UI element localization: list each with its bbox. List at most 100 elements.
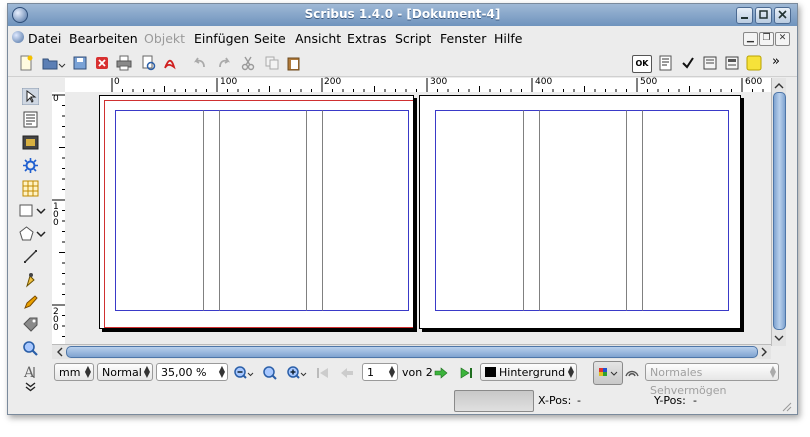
horizontal-scroll-thumb[interactable]	[66, 346, 758, 358]
shape-tool-icon[interactable]	[18, 202, 35, 219]
zoom-value: 35,00 %	[161, 366, 207, 379]
title-bar[interactable]: Scribus 1.4.0 - [Dokument-4]	[8, 4, 797, 26]
polygon-dropdown-icon[interactable]	[36, 227, 46, 244]
redo-icon[interactable]	[216, 55, 232, 71]
page-spin-icon: ▲ ▼	[388, 364, 395, 379]
list-box-icon[interactable]	[724, 55, 740, 71]
mdi-minimize-button[interactable]: ▁	[743, 32, 758, 46]
vision-eye-icon[interactable]	[624, 365, 640, 381]
scroll-left-arrow-icon[interactable]	[54, 345, 66, 359]
menu-objekt[interactable]: Objekt	[144, 31, 185, 46]
export-pdf-icon[interactable]	[162, 55, 178, 71]
save-icon[interactable]	[72, 55, 88, 71]
status-info-bar: X-Pos: - Y-Pos: -	[8, 386, 797, 414]
ruler-h-label-200: 200	[324, 77, 342, 87]
horizontal-scrollbar[interactable]	[52, 344, 771, 359]
zoom-spin-icon: ▲ ▼	[218, 364, 225, 379]
close-button[interactable]	[774, 7, 791, 24]
paste-icon[interactable]	[286, 55, 302, 71]
progress-bar	[454, 390, 534, 412]
layer-spin-icon: ▲ ▼	[567, 364, 574, 379]
mode-spin-icon: ▲ ▼	[143, 364, 150, 379]
mdi-restore-button[interactable]: ❐	[759, 32, 774, 46]
zoom-input[interactable]: 35,00 % ▲ ▼	[156, 363, 228, 381]
zoom-out-icon[interactable]	[233, 365, 255, 381]
ruler-h-label-600: 600	[745, 77, 763, 87]
freehand-pencil-icon[interactable]	[22, 294, 39, 311]
menu-datei[interactable]: Datei	[28, 31, 61, 46]
menu-einfuegen[interactable]: Einfügen	[194, 31, 249, 46]
edit-text-icon[interactable]	[658, 55, 674, 71]
preview-ok-button[interactable]: OK	[632, 55, 652, 73]
ruler-h-label-400: 400	[535, 77, 553, 87]
polygon-tool-icon[interactable]	[18, 225, 35, 242]
toolbar-overflow-button[interactable]: »	[772, 55, 788, 71]
line-tool-icon[interactable]	[22, 248, 39, 265]
annotation-note-icon[interactable]	[746, 55, 762, 71]
new-document-icon[interactable]	[18, 55, 34, 71]
page-number-input[interactable]: 1 ▲ ▼	[362, 363, 398, 381]
vertical-scroll-thumb[interactable]	[773, 92, 786, 330]
ypos-value: -	[693, 394, 697, 407]
menu-fenster[interactable]: Fenster	[440, 31, 486, 46]
horizontal-ruler[interactable]: 0 100 200 300 400 500 600	[65, 77, 771, 93]
ruler-corner[interactable]	[52, 78, 65, 92]
main-toolbar: OK »	[8, 50, 797, 77]
scroll-up-arrow-icon[interactable]	[772, 80, 786, 92]
last-page-icon[interactable]	[458, 365, 474, 381]
table-tool-icon[interactable]	[22, 180, 39, 197]
zoom-in-icon[interactable]	[286, 365, 308, 381]
cut-icon[interactable]	[240, 55, 256, 71]
zoom-magnifier-icon[interactable]	[22, 340, 39, 357]
ruler-v-label-200: 200	[53, 307, 59, 333]
page-total-label: von 2	[402, 366, 433, 379]
next-page-icon[interactable]	[433, 365, 449, 381]
undo-icon[interactable]	[192, 55, 208, 71]
menu-bar: Datei Bearbeiten Objekt Einfügen Seite A…	[8, 27, 797, 49]
maximize-button[interactable]	[755, 7, 772, 24]
window-title: Scribus 1.4.0 - [Dokument-4]	[304, 7, 501, 21]
copy-icon[interactable]	[264, 55, 280, 71]
text-frame-tool-icon[interactable]	[22, 111, 39, 128]
scroll-down-arrow-icon[interactable]	[772, 332, 786, 344]
previous-page-icon[interactable]	[339, 365, 355, 381]
document-menu-icon[interactable]	[12, 31, 24, 43]
image-mode-select[interactable]: Normal ▲ ▼	[97, 363, 153, 381]
text-frame-icon[interactable]	[702, 55, 718, 71]
menu-script[interactable]: Script	[395, 31, 431, 46]
main-window: Scribus 1.4.0 - [Dokument-4] Datei Bearb…	[7, 3, 798, 415]
select-pointer-icon[interactable]	[22, 88, 39, 105]
unit-select[interactable]: mm ▲ ▼	[54, 363, 94, 381]
minimize-button[interactable]	[736, 7, 753, 24]
layer-select[interactable]: Hintergrund ▲ ▼	[480, 363, 577, 381]
document-canvas[interactable]	[65, 92, 771, 344]
rotate-tag-tool-icon[interactable]	[22, 317, 39, 334]
vertical-ruler[interactable]: 0 100 200	[52, 92, 66, 344]
menu-extras[interactable]: Extras	[347, 31, 387, 46]
open-dropdown-icon[interactable]	[58, 55, 66, 71]
preflight-verifier-icon[interactable]	[140, 55, 156, 71]
scroll-right-arrow-icon[interactable]	[758, 345, 770, 359]
close-document-icon[interactable]	[94, 55, 110, 71]
open-folder-icon[interactable]	[42, 55, 58, 71]
vision-defect-select[interactable]: Normales Sehvermögen ▲ ▼	[645, 363, 779, 397]
preview-mode-button[interactable]	[593, 361, 623, 385]
checkbox-tool-icon[interactable]	[680, 55, 696, 71]
layer-color-swatch	[485, 367, 496, 377]
menu-hilfe[interactable]: Hilfe	[494, 31, 522, 46]
vertical-scrollbar[interactable]	[771, 78, 786, 346]
mdi-close-button[interactable]: ✕	[775, 32, 790, 46]
page-1[interactable]	[99, 95, 414, 329]
shape-dropdown-icon[interactable]	[36, 204, 46, 221]
print-icon[interactable]	[116, 55, 132, 71]
page-2[interactable]	[419, 95, 741, 329]
render-frame-tool-icon[interactable]	[22, 157, 39, 174]
image-frame-tool-icon[interactable]	[22, 134, 39, 151]
first-page-icon[interactable]	[315, 365, 331, 381]
bezier-pen-tool-icon[interactable]	[22, 271, 39, 288]
menu-ansicht[interactable]: Ansicht	[295, 31, 341, 46]
menu-seite[interactable]: Seite	[254, 31, 286, 46]
menu-bearbeiten[interactable]: Bearbeiten	[69, 31, 138, 46]
resize-grip-icon[interactable]	[780, 400, 792, 412]
zoom-100-icon[interactable]	[262, 365, 278, 381]
